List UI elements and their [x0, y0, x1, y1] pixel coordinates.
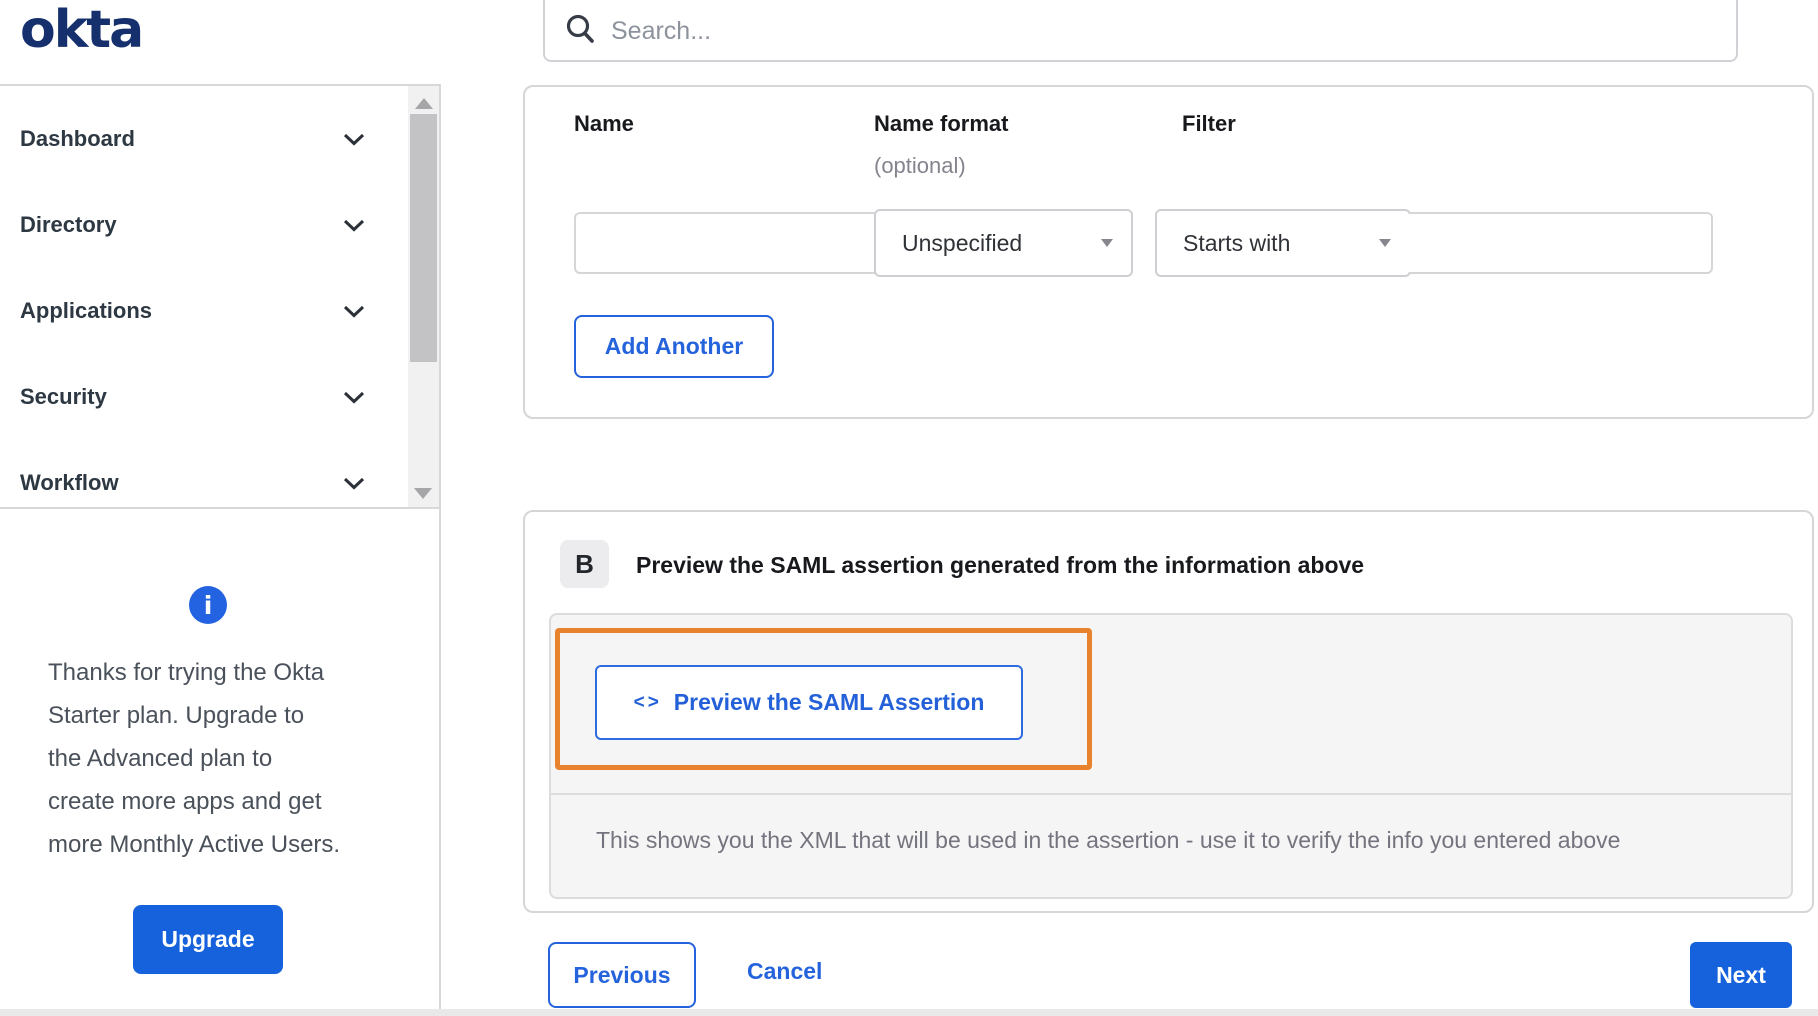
chevron-down-icon: [343, 305, 365, 323]
select-caret-icon: [1101, 239, 1113, 247]
name-format-select[interactable]: Unspecified: [874, 209, 1133, 277]
previous-button[interactable]: Previous: [548, 942, 696, 1008]
sidebar-nav: Dashboard Directory Applications Securit…: [0, 86, 439, 509]
filter-type-select[interactable]: Starts with: [1155, 209, 1411, 277]
sidebar-item-label: Dashboard: [20, 126, 135, 151]
attribute-statements-card: Name Name format (optional) Filter Unspe…: [523, 85, 1814, 419]
upsell-line: more Monthly Active Users.: [48, 831, 341, 858]
chevron-down-icon: [343, 219, 365, 237]
upsell-line: the Advanced plan to: [48, 745, 273, 772]
scroll-up-arrow-icon[interactable]: [414, 98, 433, 109]
global-search[interactable]: [543, 0, 1738, 62]
name-format-selected-value: Unspecified: [902, 229, 1023, 256]
sidebar-item-label: Workflow: [20, 470, 119, 495]
sidebar-item-label: Directory: [20, 212, 117, 237]
sidebar-item-applications[interactable]: Applications: [0, 268, 439, 354]
name-column-label: Name: [574, 111, 634, 136]
scrollbar-thumb[interactable]: [410, 114, 437, 362]
sidebar-item-security[interactable]: Security: [0, 354, 439, 440]
chevron-down-icon: [343, 133, 365, 151]
sidebar-item-directory[interactable]: Directory: [0, 182, 439, 268]
sidebar-scrollbar[interactable]: [408, 86, 439, 507]
search-icon: [565, 13, 595, 50]
next-button[interactable]: Next: [1690, 942, 1792, 1008]
chevron-down-icon: [343, 477, 365, 495]
filter-column-label: Filter: [1182, 111, 1236, 136]
filter-type-selected-value: Starts with: [1183, 229, 1291, 256]
sidebar: Dashboard Directory Applications Securit…: [0, 84, 441, 1016]
upgrade-button[interactable]: Upgrade: [133, 905, 283, 974]
highlight-annotation-box: [555, 628, 1092, 770]
section-b-title: Preview the SAML assertion generated fro…: [636, 552, 1365, 578]
panel-divider: [551, 793, 1791, 795]
chevron-down-icon: [343, 391, 365, 409]
section-b-badge: B: [560, 540, 609, 588]
cancel-link[interactable]: Cancel: [747, 958, 822, 985]
filter-value-input[interactable]: [1409, 212, 1713, 274]
saml-preview-card: B Preview the SAML assertion generated f…: [523, 510, 1814, 913]
add-another-button[interactable]: Add Another: [574, 315, 774, 378]
upsell-message: Thanks for trying the Okta Starter plan.…: [48, 651, 343, 866]
search-input[interactable]: [609, 12, 1736, 50]
scroll-down-arrow-icon[interactable]: [414, 488, 432, 499]
sidebar-item-label: Applications: [20, 298, 153, 323]
sidebar-item-label: Security: [20, 384, 107, 409]
upsell-line: create more apps and get: [48, 788, 322, 815]
optional-sublabel: (optional): [874, 153, 966, 178]
select-caret-icon: [1379, 239, 1391, 247]
okta-logo: okta: [20, 0, 144, 60]
info-icon: i: [189, 586, 227, 624]
sidebar-item-dashboard[interactable]: Dashboard: [0, 96, 439, 182]
name-format-column-label: Name format: [874, 111, 1009, 136]
sidebar-item-workflow[interactable]: Workflow: [0, 440, 439, 526]
upsell-line: Thanks for trying the Okta: [48, 659, 325, 686]
attribute-name-input[interactable]: [574, 212, 876, 274]
upsell-line: Starter plan. Upgrade to: [48, 702, 305, 729]
page-bottom-strip: [0, 1009, 1818, 1016]
preview-help-text: This shows you the XML that will be used…: [596, 827, 1621, 853]
